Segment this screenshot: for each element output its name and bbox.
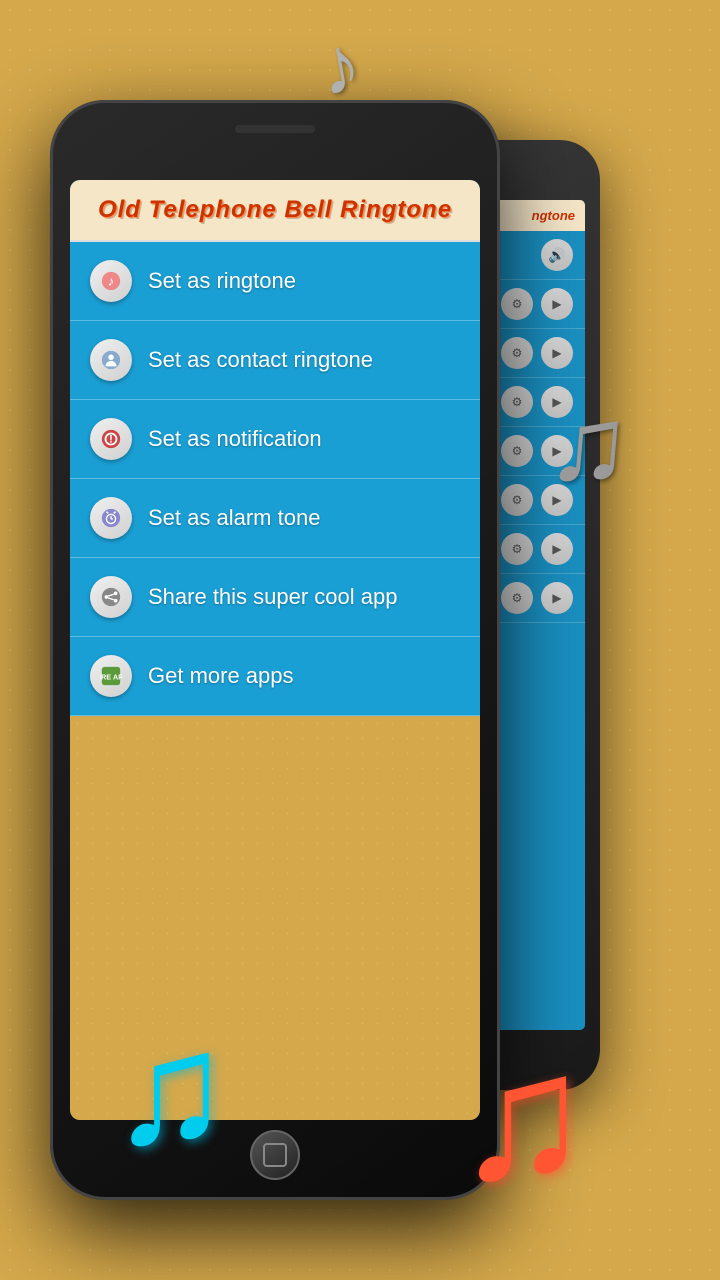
menu-item-share[interactable]: Share this super cool app <box>70 558 480 637</box>
menu-item-more-apps[interactable]: MORE APPS Get more apps <box>70 637 480 716</box>
notification-icon: ! <box>90 418 132 460</box>
play-icon-7[interactable]: ▶ <box>541 582 573 614</box>
svg-text:MORE APPS: MORE APPS <box>100 673 122 682</box>
speaker-icon: 🔊 <box>541 239 573 271</box>
menu-item-contact-ringtone[interactable]: Set as contact ringtone <box>70 321 480 400</box>
share-label: Share this super cool app <box>148 584 398 610</box>
menu-item-notification[interactable]: ! Set as notification <box>70 400 480 479</box>
more-apps-label: Get more apps <box>148 663 294 689</box>
gear-icon-6: ⚙ <box>501 533 533 565</box>
app-title: Old Telephone Bell Ringtone <box>82 196 468 224</box>
gear-icon-3: ⚙ <box>501 386 533 418</box>
contact-ringtone-label: Set as contact ringtone <box>148 347 373 373</box>
app-header: Old Telephone Bell Ringtone <box>70 180 480 242</box>
home-button-inner <box>263 1143 287 1167</box>
play-icon-1[interactable]: ▶ <box>541 288 573 320</box>
alarm-icon <box>90 497 132 539</box>
gear-icon-4: ⚙ <box>501 435 533 467</box>
home-button[interactable] <box>250 1130 300 1180</box>
menu-list: ♪ Set as ringtone Set as contact rington… <box>70 242 480 716</box>
play-icon-3[interactable]: ▶ <box>541 386 573 418</box>
alarm-label: Set as alarm tone <box>148 505 320 531</box>
menu-item-alarm[interactable]: Set as alarm tone <box>70 479 480 558</box>
svg-text:♪: ♪ <box>108 274 114 289</box>
bottom-area <box>70 716 480 1120</box>
play-icon-6[interactable]: ▶ <box>541 533 573 565</box>
phone-screen: Old Telephone Bell Ringtone ♪ Set as rin… <box>70 180 480 1120</box>
phone-front: Old Telephone Bell Ringtone ♪ Set as rin… <box>50 100 500 1200</box>
more-apps-icon: MORE APPS <box>90 655 132 697</box>
svg-text:!: ! <box>109 434 113 446</box>
gear-icon-1: ⚙ <box>501 288 533 320</box>
menu-item-ringtone[interactable]: ♪ Set as ringtone <box>70 242 480 321</box>
contact-icon <box>90 339 132 381</box>
gear-icon-7: ⚙ <box>501 582 533 614</box>
play-icon-4[interactable]: ▶ <box>541 435 573 467</box>
speaker-notch <box>235 125 315 133</box>
screen-content: Old Telephone Bell Ringtone ♪ Set as rin… <box>70 180 480 1120</box>
share-icon <box>90 576 132 618</box>
ringtone-label: Set as ringtone <box>148 268 296 294</box>
gear-icon-2: ⚙ <box>501 337 533 369</box>
notification-label: Set as notification <box>148 426 322 452</box>
play-icon-2[interactable]: ▶ <box>541 337 573 369</box>
gear-icon-5: ⚙ <box>501 484 533 516</box>
ringtone-icon: ♪ <box>90 260 132 302</box>
play-icon-5[interactable]: ▶ <box>541 484 573 516</box>
